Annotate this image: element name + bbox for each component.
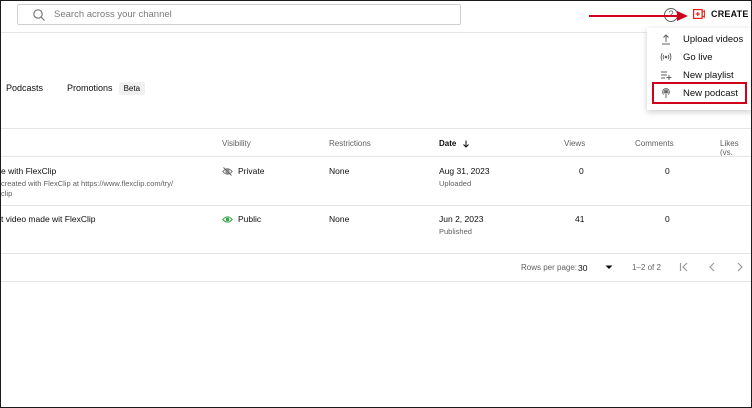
visibility-label: Private <box>238 166 265 176</box>
tab-promotions[interactable]: Promotions <box>67 83 113 93</box>
create-button[interactable]: CREATE <box>693 6 749 22</box>
menu-item-label: Upload videos <box>683 33 744 45</box>
rows-per-page-select[interactable]: 30 <box>578 263 587 273</box>
next-page-icon[interactable] <box>734 261 746 273</box>
comments-cell: 0 <box>665 166 670 176</box>
tab-podcasts[interactable]: Podcasts <box>6 83 43 93</box>
row-divider <box>1 205 751 206</box>
column-header-date[interactable]: Date <box>439 139 470 148</box>
visibility-cell[interactable]: Private <box>222 166 265 177</box>
video-description-cont: clip <box>1 189 13 198</box>
date-cell: Aug 31, 2023 <box>439 166 490 176</box>
create-video-icon <box>693 9 705 19</box>
views-cell: 0 <box>579 166 584 176</box>
column-header-restrictions[interactable]: Restrictions <box>329 139 371 148</box>
comments-cell: 0 <box>665 214 670 224</box>
search-input[interactable] <box>54 9 434 20</box>
visibility-cell[interactable]: Public <box>222 214 261 224</box>
menu-item-label: New playlist <box>683 69 734 81</box>
live-icon <box>660 52 672 62</box>
footer-divider <box>1 281 751 282</box>
playlist-add-icon <box>661 71 672 80</box>
search-box[interactable] <box>17 4 461 25</box>
date-status: Published <box>439 227 472 236</box>
content-tabs: Podcasts Promotions Beta <box>1 78 146 98</box>
column-header-likes[interactable]: Likes (vs. <box>720 139 751 157</box>
upload-icon <box>662 34 670 45</box>
menu-item-upload-videos[interactable]: Upload videos <box>647 30 751 48</box>
annotation-highlight-box <box>652 82 747 104</box>
restrictions-cell: None <box>329 166 350 176</box>
date-status: Uploaded <box>439 179 472 188</box>
menu-item-label: Go live <box>683 51 713 63</box>
restrictions-cell: None <box>329 214 350 224</box>
dropdown-arrow-icon[interactable] <box>603 261 615 273</box>
eye-icon <box>222 216 233 223</box>
eye-off-icon <box>222 167 233 177</box>
rows-per-page-label: Rows per page: <box>521 263 578 272</box>
date-cell: Jun 2, 2023 <box>439 214 484 224</box>
column-header-visibility[interactable]: Visibility <box>222 139 251 148</box>
table-top-divider <box>1 128 751 129</box>
visibility-label: Public <box>238 214 262 224</box>
table-header-divider <box>1 156 751 157</box>
video-description: created with FlexClip at https://www.fle… <box>1 179 174 188</box>
video-title[interactable]: e with FlexClip <box>1 166 56 176</box>
search-icon <box>33 8 45 21</box>
sort-down-icon <box>462 140 469 148</box>
column-header-date-label: Date <box>439 139 457 148</box>
first-page-icon[interactable] <box>678 261 690 273</box>
prev-page-icon[interactable] <box>706 261 718 273</box>
menu-item-go-live[interactable]: Go live <box>647 48 751 66</box>
views-cell: 41 <box>575 214 585 224</box>
beta-badge: Beta <box>118 81 146 95</box>
page-range: 1–2 of 2 <box>632 263 661 272</box>
annotation-arrow <box>589 11 688 21</box>
column-header-views[interactable]: Views <box>564 139 585 148</box>
column-header-comments[interactable]: Comments <box>635 139 674 148</box>
video-title[interactable]: t video made wit FlexClip <box>1 214 95 224</box>
create-label: CREATE <box>711 9 749 19</box>
row-divider <box>1 253 751 254</box>
studio-content-page: ? CREATE Podcasts Promotions Beta Visibi… <box>0 0 752 408</box>
